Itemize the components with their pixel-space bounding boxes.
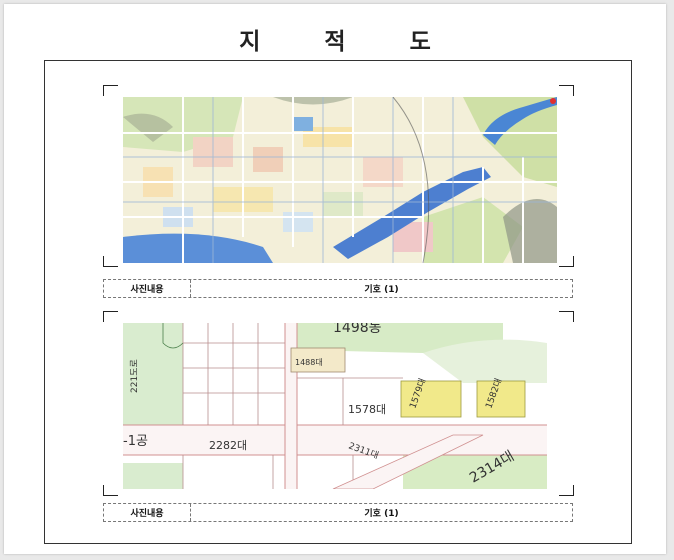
cadastral-map-graphic: 1498동 1488대 221도로 1578대 1579대 1582대 2282…: [123, 323, 547, 489]
cadastral-map-image: 1498동 1488대 221도로 1578대 1579대 1582대 2282…: [123, 323, 547, 489]
crop-mark-bottom-left: [103, 256, 118, 267]
caption-label: 사진내용: [104, 504, 191, 521]
crop-mark-top-right-2: [559, 311, 574, 322]
label-2282: 2282대: [209, 439, 247, 452]
aerial-map-image: [123, 97, 557, 263]
caption-row-2: 사진내용 기호 (1): [103, 503, 573, 522]
caption-label: 사진내용: [104, 280, 191, 297]
crop-mark-bottom-right-2: [559, 485, 574, 496]
label-1gong: -1공: [123, 434, 148, 449]
caption-row-1: 사진내용 기호 (1): [103, 279, 573, 298]
label-1498: 1498동: [333, 323, 382, 336]
crop-mark-bottom-right: [559, 256, 574, 267]
caption-value: 기호 (1): [364, 285, 399, 295]
crop-mark-top-left-2: [103, 311, 118, 322]
label-1488: 1488대: [295, 358, 323, 367]
crop-mark-top-left: [103, 85, 118, 96]
label-1578: 1578대: [348, 403, 386, 416]
content-frame: 사진내용 기호 (1) 1498동 1488대 221도로 1578대 1579…: [44, 60, 632, 544]
caption-value: 기호 (1): [364, 509, 399, 519]
crop-mark-bottom-left-2: [103, 485, 118, 496]
aerial-map-graphic: [123, 97, 557, 263]
label-221: 221도로: [130, 359, 140, 393]
document-page: 지 적 도 사진내용 기호 (1) 1498동 1488대 221도로 1578…: [4, 4, 666, 554]
document-title: 지 적 도: [239, 28, 459, 55]
crop-mark-top-right: [559, 85, 574, 96]
